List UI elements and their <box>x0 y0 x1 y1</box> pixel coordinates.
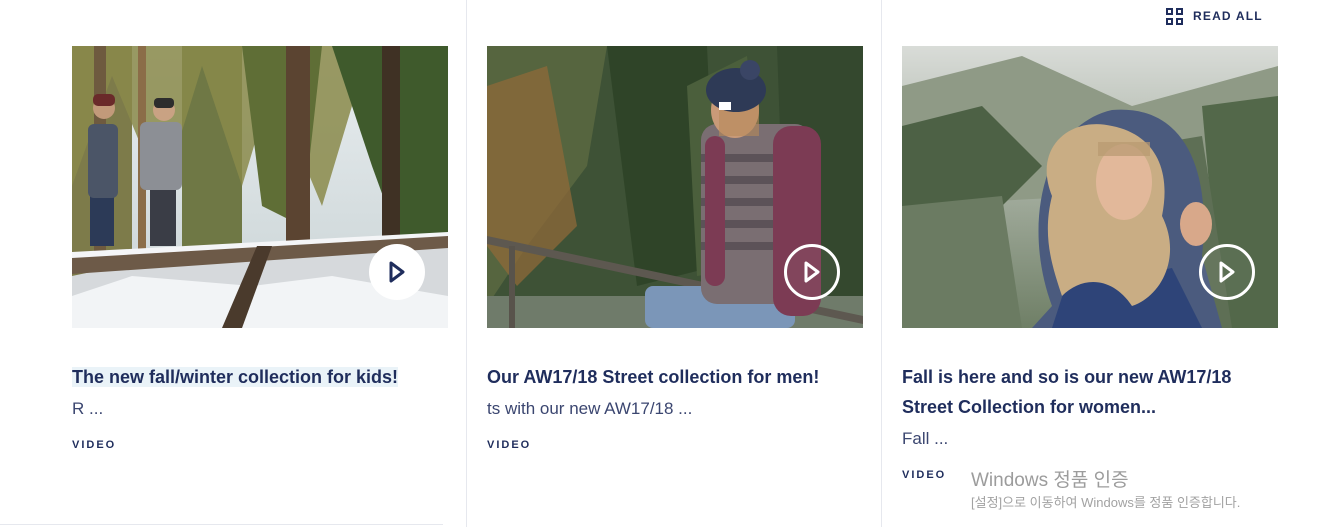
play-icon <box>389 261 405 283</box>
play-video-button[interactable] <box>369 244 425 300</box>
windows-activation-watermark: Windows 정품 인증 [설정]으로 이동하여 Windows를 정품 인증… <box>971 468 1240 512</box>
article-thumbnail[interactable] <box>902 46 1278 328</box>
article-thumbnail[interactable] <box>72 46 448 328</box>
article-card-kids: The new fall/winter collection for kids!… <box>72 46 448 451</box>
article-title[interactable]: The new fall/winter collection for kids! <box>72 362 448 392</box>
play-video-button[interactable] <box>1199 244 1255 300</box>
article-card-women: Fall is here and so is our new AW17/18 S… <box>902 46 1278 481</box>
column-divider <box>466 0 467 527</box>
article-excerpt: Fall ... <box>902 429 949 448</box>
read-all-label: READ ALL <box>1193 9 1263 23</box>
column-divider <box>881 0 882 527</box>
article-title[interactable]: Our AW17/18 Street collection for men! <box>487 362 863 392</box>
article-thumbnail[interactable] <box>487 46 863 328</box>
watermark-title: Windows 정품 인증 <box>971 470 1129 491</box>
read-all-link[interactable]: READ ALL <box>1166 6 1263 26</box>
watermark-subtitle: [설정]으로 이동하여 Windows를 정품 인증합니다. <box>971 495 1241 510</box>
media-type-tag: VIDEO <box>487 439 532 451</box>
article-excerpt: ts with our new AW17/18 ... <box>487 399 693 418</box>
bottom-divider <box>0 524 443 525</box>
play-icon <box>1219 261 1235 283</box>
grid-icon <box>1166 7 1183 25</box>
article-excerpt: R ... <box>72 399 104 418</box>
play-icon <box>804 261 820 283</box>
media-type-tag: VIDEO <box>72 439 117 451</box>
news-section: READ ALL The new fall/winter collection … <box>0 0 1333 527</box>
play-video-button[interactable] <box>784 244 840 300</box>
article-card-men: Our AW17/18 Street collection for men! t… <box>487 46 863 451</box>
article-title[interactable]: Fall is here and so is our new AW17/18 S… <box>902 362 1262 422</box>
